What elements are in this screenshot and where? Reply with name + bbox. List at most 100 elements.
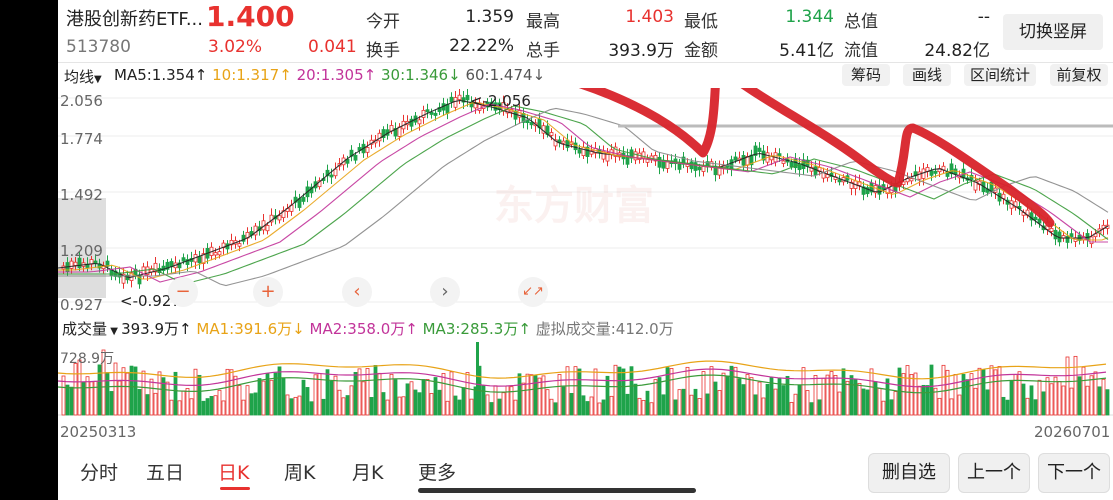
volume-bar <box>893 391 898 416</box>
previous-button[interactable]: 上一个 <box>958 453 1030 493</box>
candle-body <box>729 159 734 170</box>
volume-bar <box>741 384 746 416</box>
volume-bar <box>965 379 970 416</box>
scroll-right-icon[interactable]: › <box>430 277 460 307</box>
volume-bar <box>469 398 474 416</box>
zoom-in-icon[interactable]: + <box>253 277 283 307</box>
volume-chart[interactable] <box>58 340 1113 416</box>
volume-bar <box>1061 385 1066 416</box>
volume-bar <box>501 392 506 416</box>
ma60-label: 60:1.474 <box>465 66 533 84</box>
volume-bar <box>393 379 398 416</box>
ma-selector-label: 均线 <box>64 68 95 86</box>
stat-label-float: 流值 <box>844 41 878 61</box>
ma-selector[interactable]: 均线▼ <box>64 66 102 87</box>
volume-bar <box>585 401 590 416</box>
volume-selector[interactable]: 成交量 <box>62 320 107 338</box>
volume-bar <box>325 369 330 416</box>
volume-bar <box>573 366 578 416</box>
tab-five-day[interactable]: 五日 <box>146 458 184 485</box>
volume-bar <box>513 399 518 416</box>
volume-bar <box>1001 396 1006 416</box>
home-indicator <box>418 488 696 493</box>
volume-legend: 成交量 ▼ 393.9万↑ MA1:391.6万↓ MA2:358.0万↑ MA… <box>62 318 674 339</box>
volume-bar <box>261 380 266 416</box>
volume-bar <box>157 371 162 416</box>
ma20-arrow: ↑ <box>363 66 377 84</box>
remove-watchlist-button[interactable]: 删自选 <box>868 453 950 493</box>
volume-bar <box>385 399 390 416</box>
adjust-button[interactable]: 前复权 <box>1050 64 1108 86</box>
volume-bar <box>673 399 678 416</box>
divider <box>58 62 1113 63</box>
volume-bar <box>433 377 438 416</box>
scroll-left-icon[interactable]: ‹ <box>342 277 372 307</box>
volume-bar <box>617 366 622 416</box>
volume-bar <box>193 368 198 416</box>
volume-bar <box>725 375 730 416</box>
candle-body <box>465 94 470 101</box>
volume-bar <box>205 398 210 416</box>
volume-bar <box>221 400 226 416</box>
candle-body <box>1049 228 1054 232</box>
volume-bar <box>917 385 922 416</box>
volume-bar <box>333 375 338 416</box>
volume-bar <box>313 374 318 416</box>
fullscreen-icon[interactable]: ↙↗ <box>518 277 548 307</box>
candle-body <box>825 174 830 179</box>
stat-label-volume: 总手 <box>526 41 560 61</box>
volume-bar <box>401 396 406 416</box>
volume-bar <box>305 387 310 416</box>
volume-bar <box>297 395 302 416</box>
volume-bar <box>105 372 110 416</box>
draw-line-button[interactable]: 画线 <box>903 64 951 86</box>
range-stats-button[interactable]: 区间统计 <box>964 64 1036 86</box>
volume-bar <box>285 394 290 416</box>
chips-button[interactable]: 筹码 <box>842 64 890 86</box>
volume-bar <box>1093 371 1098 416</box>
volume-bar <box>373 365 378 416</box>
candle-body <box>633 151 638 161</box>
volume-bar <box>977 367 982 416</box>
price-axis-label: 0.927 <box>60 296 103 314</box>
volume-bar <box>621 368 626 416</box>
volume-bar <box>701 371 706 416</box>
volume-bar <box>565 366 570 416</box>
dropdown-icon: ▼ <box>94 74 102 85</box>
candle-body <box>265 225 270 232</box>
tab-more[interactable]: 更多 <box>418 458 456 485</box>
volume-bar <box>289 398 294 416</box>
volume-bar <box>493 385 498 416</box>
volume-bar <box>677 389 682 416</box>
volume-bar <box>169 399 174 416</box>
next-button[interactable]: 下一个 <box>1038 453 1110 493</box>
candle-body <box>733 156 738 161</box>
volume-bar <box>1037 379 1042 416</box>
volume-bar <box>733 366 738 416</box>
stat-value-mktcap: -- <box>977 7 990 27</box>
volume-bar <box>669 368 674 416</box>
zoom-out-icon[interactable]: − <box>168 277 198 307</box>
volume-bar <box>601 399 606 416</box>
stat-value-open: 1.359 <box>465 7 514 27</box>
volume-bar <box>329 380 334 416</box>
volume-bar <box>89 381 94 416</box>
volume-bar <box>85 376 90 416</box>
tab-monthly-k[interactable]: 月K <box>352 458 383 485</box>
volume-bar <box>549 398 554 416</box>
tab-weekly-k[interactable]: 周K <box>284 458 315 485</box>
tab-daily-k[interactable]: 日K <box>218 458 249 485</box>
volume-bar <box>685 366 690 416</box>
volume-bar <box>865 389 870 416</box>
volume-bar <box>509 386 514 416</box>
volume-bar <box>237 385 242 416</box>
volume-bar <box>369 397 374 416</box>
stat-label-low: 最低 <box>684 12 718 32</box>
switch-portrait-button[interactable]: 切换竖屏 <box>1003 14 1103 50</box>
stat-value-float: 24.82亿 <box>924 41 990 61</box>
tab-intraday[interactable]: 分时 <box>80 458 118 485</box>
high-marker: <-2.056 <box>470 92 531 110</box>
start-date: 20250313 <box>60 423 137 441</box>
volume-bar <box>757 381 762 416</box>
candle-body <box>781 160 786 164</box>
